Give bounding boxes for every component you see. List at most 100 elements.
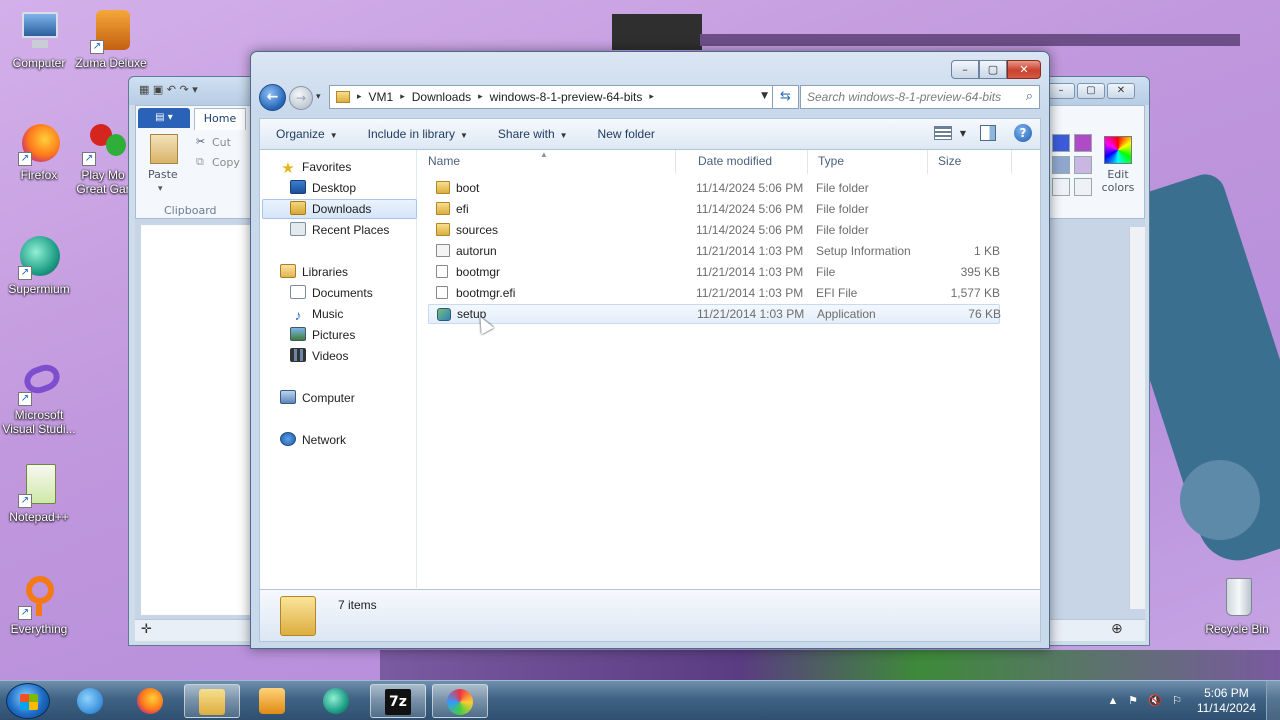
show-hidden-icons-icon[interactable]: ▲ [1106, 694, 1120, 708]
taskbar-firefox[interactable] [122, 684, 178, 718]
new-folder-button[interactable]: New folder [582, 127, 669, 141]
breadcrumb-vm1[interactable]: VM1 [365, 90, 398, 104]
paint-close-button[interactable]: ✕ [1107, 83, 1135, 99]
nav-item-downloads[interactable]: Downloads [262, 199, 417, 219]
paint-copy-button[interactable]: Copy [212, 156, 240, 169]
minimize-button[interactable]: – [951, 60, 979, 79]
nav-item-recent-places[interactable]: Recent Places [290, 220, 389, 240]
view-controls: ▼ ? [933, 124, 1032, 142]
clock-time: 5:06 PM [1204, 686, 1249, 700]
paint-vertical-scrollbar[interactable] [1129, 227, 1145, 609]
color-swatch[interactable] [1052, 178, 1070, 196]
desktop-icon-supermium[interactable]: ↗ Supermium [0, 234, 78, 296]
help-icon[interactable]: ? [1014, 124, 1032, 142]
search-box[interactable]: ⌕ [800, 85, 1040, 109]
action-center-icon[interactable]: ⚑ [1126, 694, 1140, 708]
nav-item-desktop[interactable]: Desktop [290, 178, 356, 198]
column-header-date-modified[interactable]: Date modified [688, 150, 808, 174]
nav-item-libraries[interactable]: Libraries [280, 262, 348, 282]
file-row[interactable]: bootmgr 11/21/2014 1:03 PM File 395 KB [428, 262, 1000, 282]
nav-item-network[interactable]: Network [280, 430, 346, 450]
nav-item-computer[interactable]: Computer [280, 388, 355, 408]
color-swatch[interactable] [1074, 178, 1092, 196]
paste-icon[interactable] [150, 134, 178, 164]
forward-button[interactable]: → [289, 86, 313, 110]
file-row[interactable]: setup 11/21/2014 1:03 PM Application 76 … [428, 304, 1001, 324]
paint-quick-access-icon[interactable]: ▦ ▣ ↶ ↷ ▾ [139, 83, 198, 96]
column-header-size[interactable]: Size [928, 150, 1012, 174]
folder-icon [436, 181, 450, 194]
chevron-down-icon[interactable]: ▼ [960, 129, 966, 138]
color-swatch[interactable] [1074, 156, 1092, 174]
recent-pages-dropdown[interactable]: ▾ [316, 92, 321, 102]
show-desktop-button[interactable] [1266, 681, 1280, 720]
column-header-type[interactable]: Type [808, 150, 928, 174]
nav-item-videos[interactable]: Videos [290, 346, 348, 366]
desktop-icon-firefox[interactable]: ↗ Firefox [0, 120, 78, 182]
file-row[interactable]: bootmgr.efi 11/21/2014 1:03 PM EFI File … [428, 283, 1000, 303]
preview-pane-icon[interactable] [980, 125, 996, 141]
taskbar-file-explorer[interactable] [184, 684, 240, 718]
back-button[interactable]: ← [259, 84, 286, 111]
explorer-content: ★ Favorites Desktop Downloads Recent Plac… [259, 150, 1041, 590]
start-button[interactable] [6, 683, 50, 719]
nav-item-pictures[interactable]: Pictures [290, 325, 355, 345]
desktop-icon-zuma-deluxe[interactable]: ↗ Zuma Deluxe [72, 8, 150, 70]
desktop-icon-computer[interactable]: Computer [0, 8, 78, 70]
nav-item-favorites[interactable]: ★ Favorites [280, 157, 351, 177]
nav-item-music[interactable]: ♪ Music [290, 304, 344, 324]
search-input[interactable] [801, 86, 1011, 108]
taskbar-media-player[interactable] [244, 684, 300, 718]
taskbar-supermium[interactable] [308, 684, 364, 718]
breadcrumb-separator-icon[interactable]: ▸ [354, 92, 365, 102]
share-with-button[interactable]: Share with ▼ [482, 127, 582, 141]
taskbar-7zip[interactable]: 7z [370, 684, 426, 718]
file-row[interactable]: boot 11/14/2024 5:06 PM File folder [428, 178, 1000, 198]
paint-tab-home[interactable]: Home [194, 108, 246, 130]
edit-colors-icon[interactable] [1104, 136, 1132, 164]
chevron-down-icon[interactable]: ▾ [158, 184, 163, 194]
paint-paste-button[interactable]: Paste [148, 168, 178, 181]
network-tray-icon[interactable]: ⚐ [1170, 694, 1184, 708]
column-header-name[interactable]: Name ▲ [418, 150, 676, 174]
paint-minimize-button[interactable]: – [1047, 83, 1075, 99]
desktop-icon-everything[interactable]: ↗ Everything [0, 574, 78, 636]
organize-button[interactable]: Organize ▼ [260, 127, 352, 141]
zoom-in-icon[interactable]: ⊕ [1111, 621, 1123, 637]
address-dropdown-icon[interactable]: ▼ [761, 91, 768, 101]
close-button[interactable]: ✕ [1007, 60, 1041, 79]
file-row[interactable]: efi 11/14/2024 5:06 PM File folder [428, 199, 1000, 219]
desktop-icon-notepad-plus-plus[interactable]: ↗ Notepad++ [0, 462, 78, 524]
explorer-window[interactable]: – ▢ ✕ ← → ▾ ▸ VM1 ▸ Downloads ▸ windows-… [250, 51, 1050, 649]
nav-item-documents[interactable]: Documents [290, 283, 373, 303]
edit-colors-button[interactable]: Edit colors [1098, 168, 1138, 194]
desktop-icon-visual-studio[interactable]: ↗ Microsoft Visual Studi... [0, 360, 78, 436]
file-row[interactable]: sources 11/14/2024 5:06 PM File folder [428, 220, 1000, 240]
breadcrumb-separator-icon[interactable]: ▸ [646, 92, 657, 102]
breadcrumb-separator-icon[interactable]: ▸ [397, 92, 408, 102]
color-swatch[interactable] [1052, 156, 1070, 174]
taskbar-paint[interactable] [432, 684, 488, 718]
volume-muted-icon[interactable]: 🔇 [1148, 694, 1162, 708]
color-swatch[interactable] [1052, 134, 1070, 152]
paint-maximize-button[interactable]: ▢ [1077, 83, 1105, 99]
color-swatch[interactable] [1074, 134, 1092, 152]
address-bar[interactable]: ▸ VM1 ▸ Downloads ▸ windows-8-1-preview-… [329, 85, 773, 109]
desktop-icon-recycle-bin[interactable]: Recycle Bin [1198, 574, 1276, 636]
breadcrumb-downloads[interactable]: Downloads [408, 90, 475, 104]
change-view-icon[interactable] [933, 126, 952, 140]
search-icon[interactable]: ⌕ [1026, 89, 1033, 104]
paint-file-menu-button[interactable]: ▤ ▾ [138, 108, 190, 128]
chevron-down-icon: ▼ [329, 131, 338, 140]
file-row[interactable]: autorun 11/21/2014 1:03 PM Setup Informa… [428, 241, 1000, 261]
paint-canvas[interactable] [141, 225, 259, 615]
maximize-button[interactable]: ▢ [979, 60, 1007, 79]
include-in-library-button[interactable]: Include in library ▼ [352, 127, 482, 141]
desktop-icon-play-mo[interactable]: ↗ Play Mo Great Gar [72, 120, 134, 196]
refresh-button[interactable]: ⇆ [773, 85, 799, 109]
breadcrumb-separator-icon[interactable]: ▸ [475, 92, 486, 102]
breadcrumb-current-folder[interactable]: windows-8-1-preview-64-bits [486, 90, 647, 104]
clock[interactable]: 5:06 PM 11/14/2024 [1197, 686, 1256, 716]
taskbar-internet-explorer[interactable] [62, 684, 118, 718]
paint-cut-button[interactable]: Cut [212, 136, 231, 149]
